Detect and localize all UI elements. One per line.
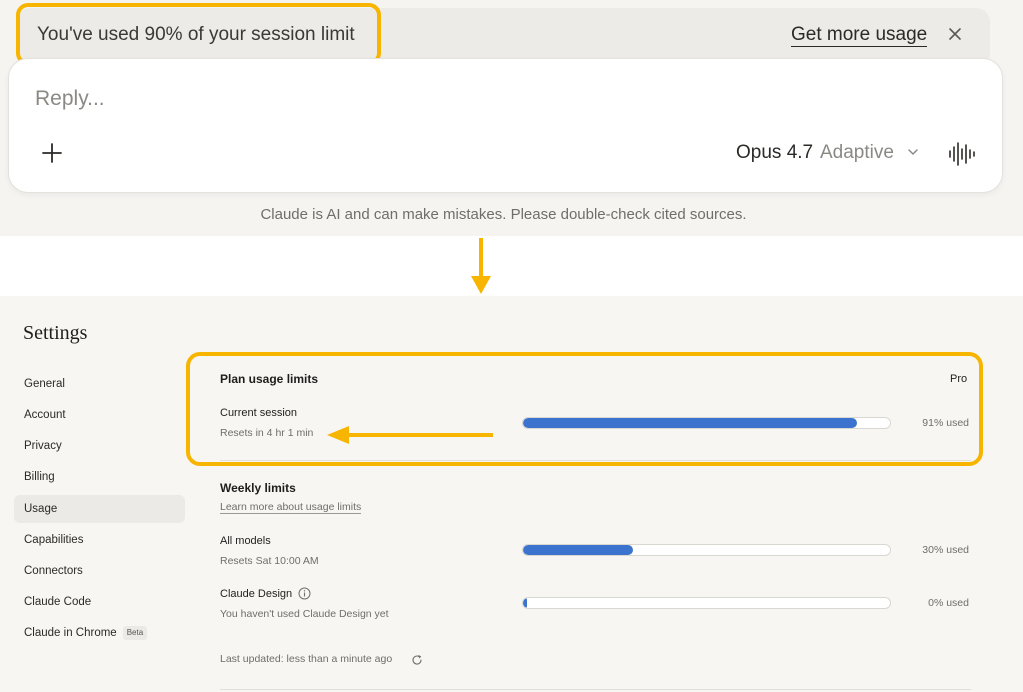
settings-title: Settings	[23, 322, 88, 344]
plan-tier-badge: Pro	[950, 373, 968, 385]
plan-usage-title: Plan usage limits	[220, 372, 319, 386]
sidebar-item-connectors[interactable]: Connectors	[14, 557, 185, 585]
sidebar-item-label: Claude in Chrome	[24, 627, 117, 639]
claude-design-used: 0% used	[928, 597, 969, 609]
beta-badge: Beta	[122, 625, 148, 640]
weekly-limits-title: Weekly limits	[220, 481, 296, 495]
arrow-left-icon	[327, 426, 493, 444]
get-more-usage-link[interactable]: Get more usage	[791, 25, 928, 47]
claude-design-progress-fill	[523, 598, 527, 608]
sidebar-item-capabilities[interactable]: Capabilities	[14, 526, 185, 554]
sidebar-item-claude-code[interactable]: Claude Code	[14, 588, 185, 616]
reply-input[interactable]	[35, 87, 635, 111]
sidebar-item-claude-in-chrome[interactable]: Claude in Chrome Beta	[14, 619, 185, 647]
close-banner-button[interactable]	[944, 23, 966, 45]
sidebar-item-billing[interactable]: Billing	[14, 463, 185, 491]
close-icon	[949, 28, 961, 40]
model-mode[interactable]: Adaptive	[820, 142, 894, 164]
model-name[interactable]: Opus 4.7	[736, 142, 813, 164]
last-updated-text: Last updated: less than a minute ago	[220, 653, 393, 665]
sidebar-item-general[interactable]: General	[14, 370, 185, 398]
plan-usage-highlight-box	[186, 352, 983, 466]
chevron-down-icon[interactable]	[906, 145, 920, 159]
voice-waveform-icon	[949, 142, 975, 166]
sidebar-item-account[interactable]: Account	[14, 401, 185, 429]
learn-more-usage-link[interactable]: Learn more about usage limits	[220, 501, 362, 514]
plus-icon	[42, 143, 62, 163]
section-divider	[220, 460, 971, 461]
ai-disclaimer: Claude is AI and can make mistakes. Plea…	[260, 206, 747, 223]
current-session-label: Current session	[220, 407, 298, 419]
sidebar-item-usage[interactable]: Usage	[14, 495, 185, 523]
current-session-used: 91% used	[922, 417, 969, 429]
voice-input-button[interactable]	[947, 141, 977, 172]
reply-composer: Opus 4.7 Adaptive	[8, 58, 1003, 193]
claude-design-progress-bar	[522, 597, 891, 609]
all-models-used: 30% used	[922, 544, 969, 556]
all-models-progress-bar	[522, 544, 891, 556]
arrow-down-icon	[471, 238, 491, 294]
claude-design-label: Claude Design	[220, 588, 293, 600]
all-models-label: All models	[220, 535, 271, 547]
current-session-progress-fill	[523, 418, 857, 428]
info-icon[interactable]	[298, 587, 311, 600]
all-models-reset: Resets Sat 10:00 AM	[220, 555, 319, 567]
chat-composer-area: You've used 90% of your session limit Ge…	[0, 0, 1023, 236]
current-session-reset: Resets in 4 hr 1 min	[220, 427, 314, 439]
refresh-icon[interactable]	[411, 654, 423, 666]
sidebar-item-privacy[interactable]: Privacy	[14, 432, 185, 460]
claude-design-note: You haven't used Claude Design yet	[220, 608, 389, 620]
bottom-divider	[220, 689, 971, 690]
all-models-progress-fill	[523, 545, 634, 555]
current-session-progress-bar	[522, 417, 891, 429]
banner-highlight-box	[16, 3, 381, 65]
add-attachment-button[interactable]	[40, 141, 64, 165]
